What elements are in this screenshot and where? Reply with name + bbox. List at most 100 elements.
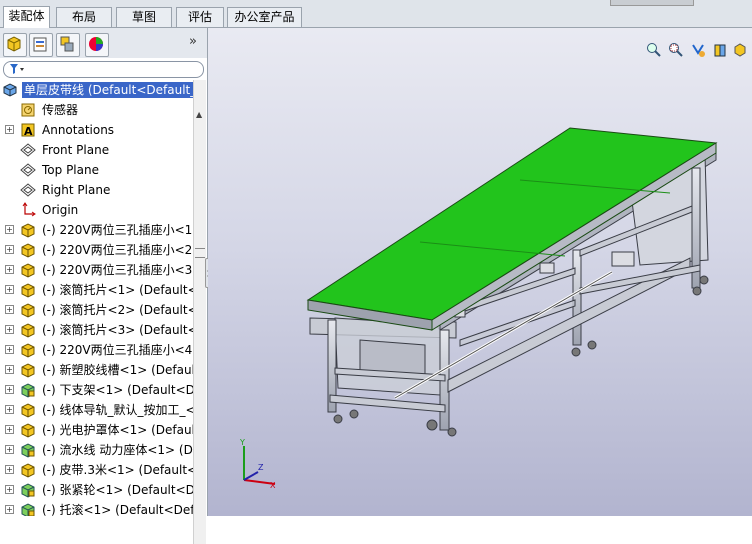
tree-item[interactable]: + (-) 滚筒托片<2> (Default< xyxy=(0,300,193,320)
tree-item[interactable]: + (-) 皮带.3米<1> (Default< xyxy=(0,460,193,480)
part-icon xyxy=(21,243,35,258)
panel-tab-bar: » xyxy=(0,28,207,58)
expand-toggle[interactable]: + xyxy=(5,325,14,334)
expand-toggle[interactable]: + xyxy=(5,265,14,274)
tree-item[interactable]: + (-) 新塑胶线槽<1> (Defaul xyxy=(0,360,193,380)
tree-item-label: (-) 滚筒托片<1> (Default< xyxy=(42,283,193,297)
origin-icon xyxy=(22,202,36,217)
expand-toggle[interactable]: + xyxy=(5,285,14,294)
part-icon xyxy=(21,423,35,438)
tree-item[interactable]: + (-) 滚筒托片<3> (Default< xyxy=(0,320,193,340)
configuration-manager-icon xyxy=(60,36,74,52)
tab-office-products[interactable]: 办公室产品 xyxy=(227,7,302,27)
part-icon xyxy=(21,283,35,298)
tree-item-label: (-) 托滚<1> (Default<Defa xyxy=(42,503,193,516)
filter-icon xyxy=(10,64,24,74)
tree-item-label: (-) 流水线 动力座体<1> (D xyxy=(42,443,193,457)
assembly-icon xyxy=(21,383,35,398)
expand-toggle[interactable]: + xyxy=(5,305,14,314)
tree-item-label: Origin xyxy=(42,203,79,217)
tree-item-label: 传感器 xyxy=(42,103,79,117)
conveyor-model: Y X Z xyxy=(239,127,718,490)
part-icon xyxy=(21,463,35,478)
svg-text:Z: Z xyxy=(258,463,264,472)
tree-item[interactable]: 传感器 xyxy=(0,100,193,120)
assembly-icon xyxy=(21,483,35,498)
tree-item[interactable]: Right Plane xyxy=(0,180,193,200)
tree-item[interactable]: + (-) 下支架<1> (Default<De xyxy=(0,380,193,400)
expand-toggle[interactable]: + xyxy=(5,425,14,434)
svg-text:X: X xyxy=(270,481,276,490)
tree-item-label: (-) 滚筒托片<2> (Default< xyxy=(42,303,193,317)
expand-toggle[interactable]: + xyxy=(5,225,14,234)
feature-manager-icon xyxy=(7,36,21,52)
tree-item[interactable]: + (-) 滚筒托片<1> (Default< xyxy=(0,280,193,300)
display-manager-tab[interactable] xyxy=(85,33,109,57)
expand-toggle[interactable]: + xyxy=(5,465,14,474)
tree-item-label: Right Plane xyxy=(42,183,111,197)
tree-item-label: (-) 220V两位三孔插座小<4 xyxy=(42,343,193,357)
scroll-thumb-grip[interactable] xyxy=(195,248,205,258)
sensor-icon xyxy=(21,103,35,117)
tree-root-assembly[interactable]: 单层皮带线 (Default<Default_ xyxy=(0,80,193,100)
scroll-up-arrow[interactable]: ▲ xyxy=(196,110,202,119)
tree-item-label: (-) 张紧轮<1> (Default<De xyxy=(42,483,193,497)
annotations-icon: A xyxy=(21,123,35,138)
tree-item[interactable]: + A Annotations xyxy=(0,120,193,140)
feature-manager-tab[interactable] xyxy=(3,33,27,57)
tree-item-label: (-) 线体导轨_默认_按加工_< xyxy=(42,403,193,417)
tree-item[interactable]: + (-) 220V两位三孔插座小<2 xyxy=(0,240,193,260)
tree-scroll-top xyxy=(193,80,206,108)
part-icon xyxy=(21,343,35,358)
expand-toggle[interactable]: + xyxy=(5,365,14,374)
expand-toggle[interactable]: + xyxy=(5,445,14,454)
expand-toggle[interactable]: + xyxy=(5,245,14,254)
tree-item[interactable]: + (-) 张紧轮<1> (Default<De xyxy=(0,480,193,500)
tree-item[interactable]: + (-) 光电护罩体<1> (Defaul xyxy=(0,420,193,440)
command-manager-bar: 装配体 布局 草图 评估 办公室产品 xyxy=(0,0,752,28)
graphics-area[interactable]: Y X Z xyxy=(208,28,752,516)
part-icon xyxy=(21,263,35,278)
expand-toggle[interactable]: + xyxy=(5,345,14,354)
tab-evaluate[interactable]: 评估 xyxy=(176,7,224,27)
tree-root-label: 单层皮带线 (Default<Default_ xyxy=(22,82,193,98)
expand-toggle[interactable]: + xyxy=(5,505,14,514)
expand-toggle[interactable]: + xyxy=(5,405,14,414)
plane-icon xyxy=(20,183,36,197)
tree-item-label: (-) 220V两位三孔插座小<2 xyxy=(42,243,193,257)
expand-panel-arrows[interactable]: » xyxy=(189,34,197,49)
part-icon xyxy=(21,363,35,378)
svg-text:A: A xyxy=(24,125,33,138)
tree-item[interactable]: + (-) 线体导轨_默认_按加工_< xyxy=(0,400,193,420)
part-icon xyxy=(21,223,35,238)
tree-scrollbar[interactable]: ▲ xyxy=(193,108,206,544)
part-icon xyxy=(21,403,35,418)
feature-manager-panel: » 单层皮带线 (Default<Default_ 传感器 + A Annotatio… xyxy=(0,28,208,544)
tree-item-label: (-) 皮带.3米<1> (Default< xyxy=(42,463,193,477)
plane-icon xyxy=(20,163,36,177)
expand-toggle[interactable]: + xyxy=(5,385,14,394)
property-manager-tab[interactable] xyxy=(29,33,53,57)
configuration-manager-tab[interactable] xyxy=(56,33,80,57)
tree-item[interactable]: Origin xyxy=(0,200,193,220)
tab-assembly[interactable]: 装配体 xyxy=(3,6,50,28)
feature-tree: 单层皮带线 (Default<Default_ 传感器 + A Annotations… xyxy=(0,80,193,516)
title-remnant xyxy=(610,0,694,6)
expand-toggle[interactable]: + xyxy=(5,125,14,134)
expand-toggle[interactable]: + xyxy=(5,485,14,494)
tree-item[interactable]: + (-) 220V两位三孔插座小<1 xyxy=(0,220,193,240)
tree-item[interactable]: Top Plane xyxy=(0,160,193,180)
tab-sketch[interactable]: 草图 xyxy=(116,7,172,27)
tree-item-label: (-) 新塑胶线槽<1> (Defaul xyxy=(42,363,193,377)
tree-item[interactable]: + (-) 220V两位三孔插座小<3 xyxy=(0,260,193,280)
tree-item[interactable]: + (-) 托滚<1> (Default<Defa xyxy=(0,500,193,516)
svg-text:Y: Y xyxy=(239,438,245,447)
coordinate-triad: Y X Z xyxy=(239,438,276,490)
tree-item[interactable]: Front Plane xyxy=(0,140,193,160)
filter-input[interactable] xyxy=(3,61,204,78)
tree-item[interactable]: + (-) 流水线 动力座体<1> (D xyxy=(0,440,193,460)
tree-item[interactable]: + (-) 220V两位三孔插座小<4 xyxy=(0,340,193,360)
tree-item-label: (-) 滚筒托片<3> (Default< xyxy=(42,323,193,337)
part-icon xyxy=(21,323,35,338)
tab-layout[interactable]: 布局 xyxy=(56,7,112,27)
